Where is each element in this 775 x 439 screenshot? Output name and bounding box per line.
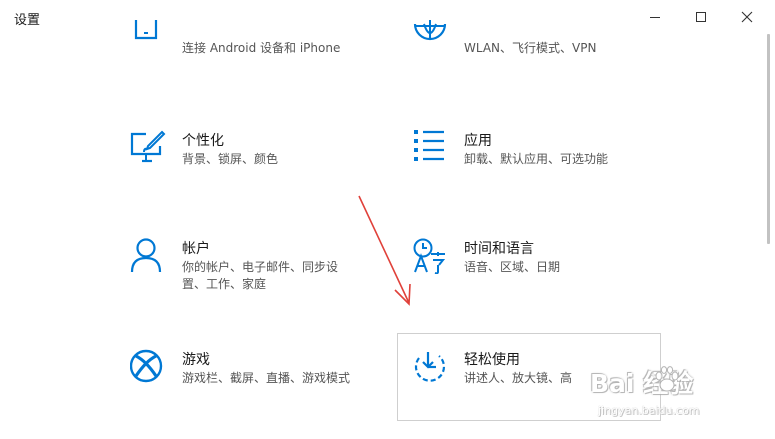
xbox-icon [130,349,163,383]
minimize-button[interactable] [632,0,678,34]
title-bar: 设置 [0,0,775,34]
tile-ease-of-access-desc: 讲述人、放大镜、高 [464,371,573,385]
baidu-watermark: Bai 经验 jingyan.baidu.com [590,364,760,434]
tile-time-language-title: 时间和语言 [464,241,534,257]
paint-monitor-icon [130,130,166,163]
globe-icon [413,20,447,41]
tile-gaming-title: 游戏 [182,352,210,368]
ease-of-access-icon [414,352,446,382]
paw-icon [655,366,679,392]
tile-apps-desc: 卸载、默认应用、可选功能 [464,152,609,166]
clock-language-icon [413,238,446,274]
close-button[interactable] [724,0,770,34]
scrollbar-thumb[interactable] [767,34,770,244]
tile-personalization-desc: 背景、锁屏、颜色 [182,152,279,166]
tile-network-desc: WLAN、飞行模式、VPN [464,41,597,55]
apps-list-icon [414,130,444,161]
minimize-icon [650,17,660,18]
watermark-url: jingyan.baidu.com [598,404,700,417]
window-title: 设置 [14,13,41,28]
close-icon [741,11,753,23]
tile-gaming-desc: 游戏栏、截屏、直播、游戏模式 [182,371,351,385]
maximize-icon [696,12,706,22]
person-icon [130,238,162,273]
tile-accounts-title: 帐户 [182,241,210,257]
tile-accounts-desc-line-1: 你的帐户、电子邮件、同步设 [182,260,339,274]
tile-personalization-title: 个性化 [182,133,224,149]
tile-phone-desc: 连接 Android 设备和 iPhone [182,41,341,55]
tile-ease-of-access-title: 轻松使用 [464,352,520,368]
tile-accounts-desc-line-2: 置、工作、家庭 [182,277,267,291]
tile-time-language-desc: 语音、区域、日期 [464,260,561,274]
tile-apps-title: 应用 [464,133,492,149]
tile-accounts-desc: 你的帐户、电子邮件、同步设 置、工作、家庭 [182,259,338,293]
maximize-button[interactable] [678,0,724,34]
phone-icon [134,20,158,40]
